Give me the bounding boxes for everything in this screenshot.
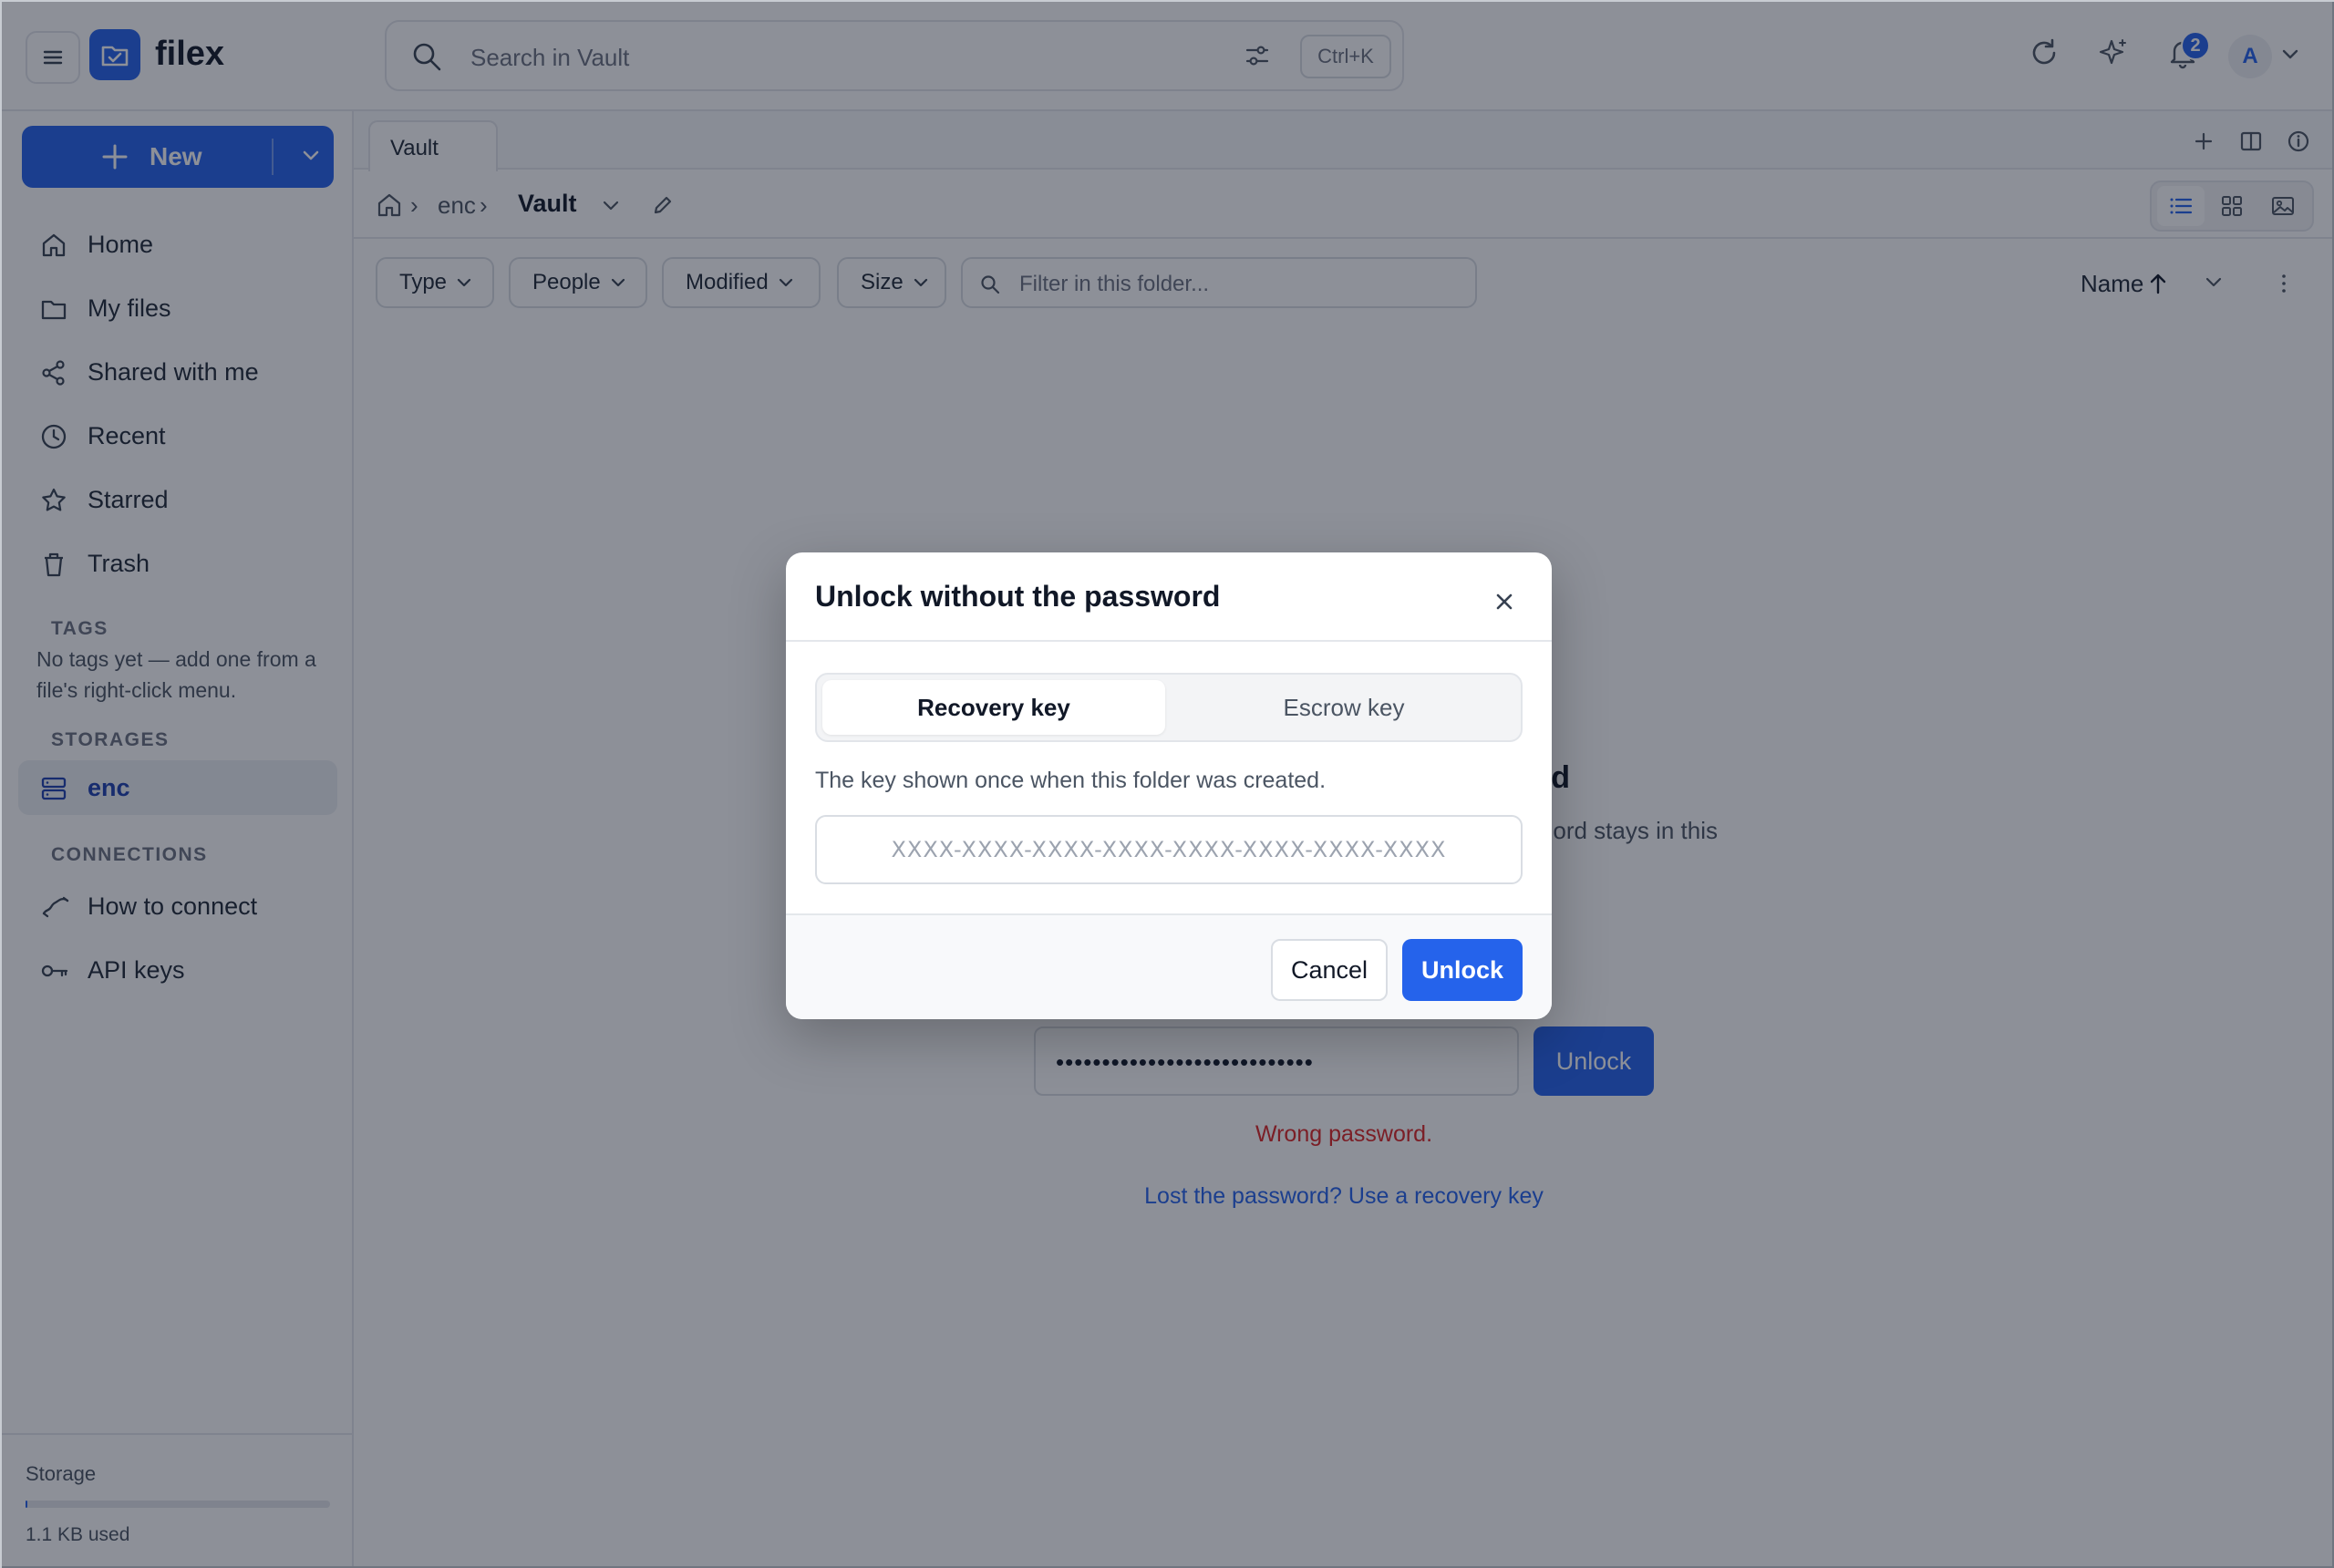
cancel-button[interactable]: Cancel (1271, 939, 1388, 1001)
close-button[interactable] (1486, 583, 1523, 620)
unlock-dialog: Unlock without the password Recovery key… (786, 552, 1552, 1019)
dialog-header: Unlock without the password (786, 552, 1552, 642)
recovery-key-input[interactable]: XXXX-XXXX-XXXX-XXXX-XXXX-XXXX-XXXX-XXXX (815, 815, 1523, 884)
key-type-switch: Recovery key Escrow key (815, 673, 1523, 742)
recovery-key-placeholder: XXXX-XXXX-XXXX-XXXX-XXXX-XXXX-XXXX-XXXX (891, 837, 1447, 862)
dialog-title: Unlock without the password (815, 580, 1221, 613)
close-icon (1496, 593, 1513, 610)
tab-escrow-key[interactable]: Escrow key (1172, 680, 1515, 735)
tab-recovery-key[interactable]: Recovery key (822, 680, 1165, 735)
dialog-footer: Cancel Unlock (786, 913, 1552, 1019)
dialog-description: The key shown once when this folder was … (815, 768, 1327, 793)
unlock-button[interactable]: Unlock (1402, 939, 1523, 1001)
app-window: filex Search in Vault Ctrl+K 2 A New Hom… (0, 0, 2334, 1568)
